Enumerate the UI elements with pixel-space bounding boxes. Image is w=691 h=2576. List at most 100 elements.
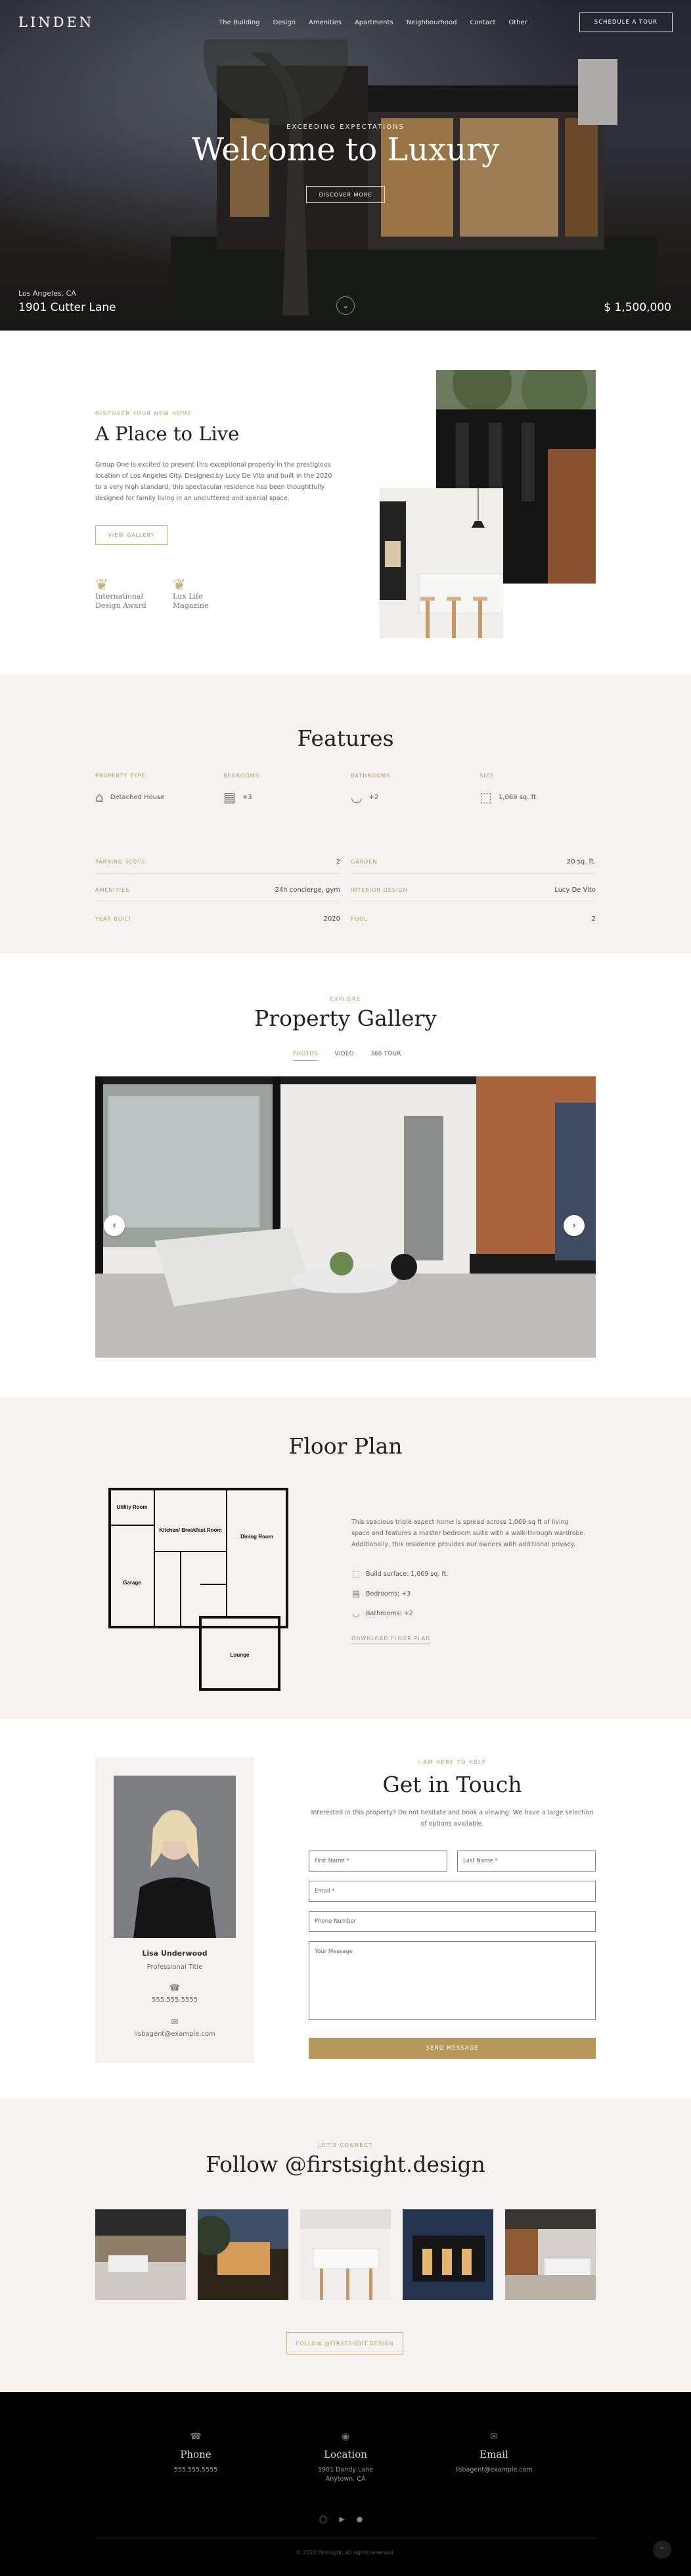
footer-col-title: Email bbox=[479, 2449, 508, 2460]
schedule-tour-button[interactable]: SCHEDULE A TOUR bbox=[579, 12, 673, 32]
feature-row-amenities: AMENITIES 24h concierge, gym bbox=[95, 879, 340, 902]
contact-section: Lisa Underwood Professional Title ☎ 555.… bbox=[0, 1719, 691, 2099]
youtube-icon[interactable]: ▶ bbox=[339, 2515, 344, 2523]
agent-title: Professional Title bbox=[146, 1964, 203, 1971]
nav-link-amenities[interactable]: Amenities bbox=[309, 19, 342, 26]
award-line-1: International bbox=[95, 592, 143, 601]
feature-row-value: 2020 bbox=[323, 915, 340, 923]
footer: ☎ Phone 555.555.5555 ◉ Location 1901 Dan… bbox=[0, 2392, 691, 2576]
instagram-thumb[interactable] bbox=[95, 2209, 186, 2300]
agent-card: Lisa Underwood Professional Title ☎ 555.… bbox=[95, 1757, 254, 2063]
nav-link-apartments[interactable]: Apartments bbox=[355, 19, 393, 26]
pinterest-icon[interactable]: ● bbox=[357, 2515, 363, 2523]
contact-eyebrow: I AM HERE TO HELP bbox=[418, 1759, 487, 1765]
bathtub-icon: ◡ bbox=[352, 1609, 360, 1619]
bed-icon: ▤ bbox=[351, 1589, 361, 1599]
footer-col-title: Phone bbox=[180, 2449, 212, 2460]
message-field[interactable]: Your Message bbox=[309, 1941, 596, 2020]
floor-item-bathrooms: ◡ Bathrooms: +2 bbox=[351, 1609, 413, 1619]
footer-divider bbox=[95, 2538, 596, 2539]
footer-col-value[interactable]: lisbagent@example.com bbox=[435, 2466, 553, 2475]
instagram-thumb[interactable] bbox=[505, 2209, 596, 2300]
award-line-2: Magazine bbox=[173, 601, 209, 610]
arrow-up-icon[interactable]: ⌃ bbox=[653, 2541, 671, 2559]
tab-photos[interactable]: PHOTOS bbox=[293, 1051, 319, 1061]
feature-row-value: 2 bbox=[591, 915, 596, 923]
feature-value-row: ⌂ Detached House bbox=[95, 789, 164, 805]
logo[interactable]: LINDEN bbox=[18, 14, 94, 30]
feature-row-label: AMENITIES bbox=[95, 887, 130, 893]
feature-bathrooms: BATHROOMS ◡ +2 bbox=[351, 773, 390, 805]
instagram-thumb[interactable] bbox=[198, 2209, 288, 2300]
kitchen-photo bbox=[380, 488, 503, 638]
download-floor-plan-link[interactable]: DOWNLOAD FLOOR PLAN bbox=[351, 1636, 431, 1644]
agent-email[interactable]: lisbagent@example.com bbox=[95, 2031, 254, 2038]
social-links: ◯ ▶ ● bbox=[319, 2515, 363, 2523]
feature-row-value: Lucy De Vito bbox=[554, 886, 596, 894]
place-eyebrow: DISCOVER YOUR NEW HOME bbox=[95, 411, 192, 417]
hero-address: 1901 Cutter Lane bbox=[18, 301, 116, 314]
first-name-field[interactable]: First Name * bbox=[309, 1851, 447, 1872]
feature-value: 1,069 sq. ft. bbox=[498, 793, 539, 801]
follow-instagram-button[interactable]: FOLLOW @FIRSTSIGHT.DESIGN bbox=[286, 2332, 403, 2355]
mail-icon: ✉ bbox=[490, 2431, 498, 2442]
feature-row-value: 24h concierge, gym bbox=[275, 886, 340, 894]
nav-link-contact[interactable]: Contact bbox=[470, 19, 495, 26]
last-name-field[interactable]: Last Name * bbox=[457, 1851, 596, 1872]
gallery-section: EXPLORE Property Gallery PHOTOS VIDEO 36… bbox=[0, 954, 691, 1397]
floor-item-text: Bathrooms: +2 bbox=[366, 1610, 413, 1617]
feature-row-parking: PARKING SLOTS 2 bbox=[95, 850, 340, 874]
phone-icon: ☎ bbox=[169, 1983, 181, 1993]
chevron-left-icon[interactable]: ‹ bbox=[104, 1215, 125, 1236]
house-icon: ⌂ bbox=[95, 789, 104, 805]
footer-col-value-2: Anytown, CA bbox=[325, 2475, 366, 2483]
feature-row-label: GARDEN bbox=[351, 859, 378, 865]
nav-link-other[interactable]: Other bbox=[508, 19, 527, 26]
send-message-button[interactable]: SEND MESSAGE bbox=[309, 2038, 596, 2059]
footer-col-value[interactable]: 555.555.5555 bbox=[137, 2466, 255, 2475]
feature-row-label: INTERIOR DESIGN bbox=[351, 887, 408, 893]
chevron-down-icon[interactable]: ⌄ bbox=[336, 296, 355, 315]
floor-plan-drawing: Utility Room Kitchen/ Breakfast Room Din… bbox=[102, 1486, 292, 1699]
feature-bedrooms: BEDROOMS ▤ +3 bbox=[223, 773, 259, 805]
tab-360-tour[interactable]: 360 TOUR bbox=[370, 1051, 401, 1061]
instagram-thumb[interactable] bbox=[300, 2209, 391, 2300]
place-title: A Place to Live bbox=[95, 423, 240, 445]
copyright: © 2022 Firstsight. All rights reserved. bbox=[296, 2550, 395, 2556]
gallery-title: Property Gallery bbox=[254, 1005, 437, 1031]
nav-links: The Building Design Amenities Apartments… bbox=[219, 19, 527, 26]
floor-item-bedrooms: ▤ Bedrooms: +3 bbox=[351, 1589, 411, 1599]
feature-row-label: POOL bbox=[351, 915, 368, 922]
chevron-right-icon[interactable]: › bbox=[564, 1215, 585, 1236]
instagram-icon[interactable]: ◯ bbox=[319, 2515, 327, 2523]
hero-price: $ 1,500,000 bbox=[604, 301, 671, 314]
room-label-garage: Garage bbox=[123, 1580, 141, 1586]
hero-section: LINDEN The Building Design Amenities Apa… bbox=[0, 0, 691, 331]
discover-more-button[interactable]: DISCOVER MORE bbox=[306, 186, 385, 203]
email-field[interactable]: Email * bbox=[309, 1881, 596, 1902]
top-nav: LINDEN The Building Design Amenities Apa… bbox=[0, 0, 691, 45]
award-line-1: Lux Life bbox=[173, 592, 203, 601]
agent-phone[interactable]: 555.555.5555 bbox=[95, 1996, 254, 2004]
nav-link-building[interactable]: The Building bbox=[219, 19, 259, 26]
phone-field[interactable]: Phone Number bbox=[309, 1911, 596, 1932]
nav-link-design[interactable]: Design bbox=[273, 19, 296, 26]
feature-value: +3 bbox=[242, 793, 252, 801]
hero-subtitle: EXCEEDING EXPECTATIONS bbox=[286, 124, 405, 131]
view-gallery-button[interactable]: VIEW GALLERY bbox=[95, 525, 167, 545]
nav-link-neighbourhood[interactable]: Neighbourhood bbox=[407, 19, 457, 26]
instagram-thumb[interactable] bbox=[403, 2209, 493, 2300]
footer-email: ✉ Email lisbagent@example.com bbox=[435, 2431, 553, 2475]
tab-video[interactable]: VIDEO bbox=[335, 1051, 354, 1061]
mail-icon: ✉ bbox=[171, 2017, 179, 2027]
feature-label: SIZE bbox=[479, 773, 494, 779]
feature-label: BATHROOMS bbox=[351, 773, 391, 779]
room-label-utility: Utility Room bbox=[116, 1504, 147, 1510]
instagram-section: LET'S CONNECT Follow @firstsight.design … bbox=[0, 2099, 691, 2392]
agent-photo bbox=[114, 1776, 236, 1938]
features-section: Features PROPERTY TYPE ⌂ Detached House B… bbox=[0, 674, 691, 954]
footer-location: ◉ Location 1901 Dandy Lane Anytown, CA bbox=[286, 2431, 405, 2484]
feature-row-value: 2 bbox=[336, 858, 340, 865]
place-description: Group One is excited to present this exc… bbox=[95, 461, 332, 502]
place-section: DISCOVER YOUR NEW HOME A Place to Live G… bbox=[0, 331, 691, 674]
